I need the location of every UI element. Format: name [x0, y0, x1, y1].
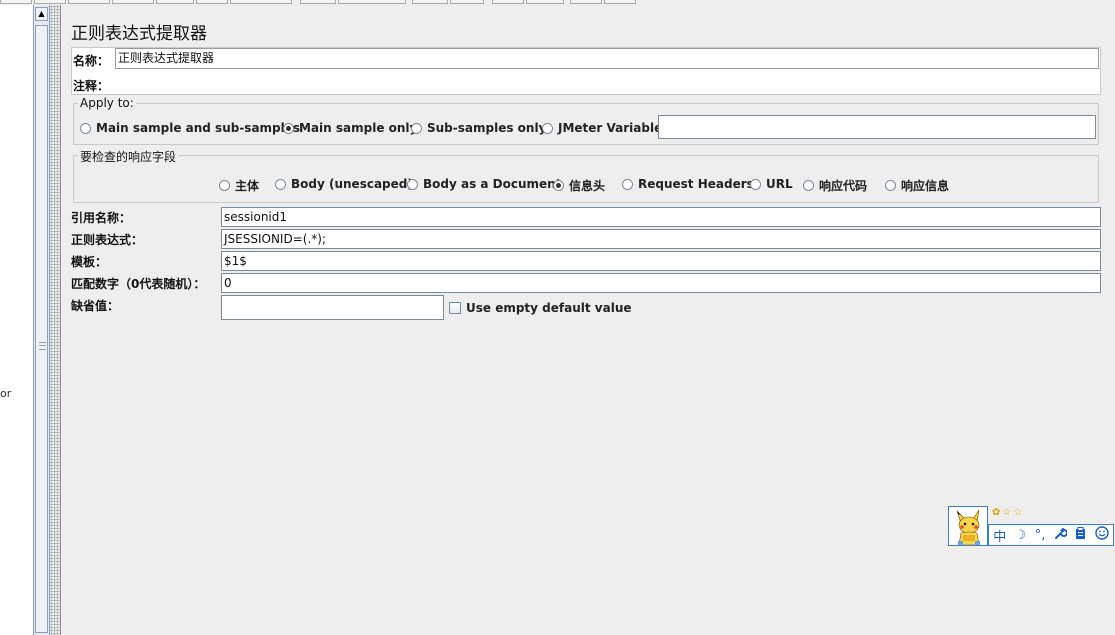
test-plan-tree[interactable]: or [0, 5, 33, 635]
match-number-label: 匹配数字（0代表随机）： [71, 277, 206, 291]
use-empty-default-checkbox[interactable]: Use empty default value [449, 301, 632, 315]
radio-jmeter-variable[interactable]: JMeter Variable [542, 121, 662, 135]
checkbox-label: Use empty default value [466, 301, 632, 315]
regex-field[interactable]: JSESSIONID=(.*); [221, 229, 1101, 249]
radio-button-icon [803, 180, 814, 191]
radio-request-headers[interactable]: Request Headers [622, 177, 754, 191]
radio-label: Body as a Document [423, 177, 562, 191]
radio-button-icon [275, 178, 286, 190]
checkbox-icon [449, 302, 461, 314]
radio-label: Body (unescaped) [291, 177, 413, 191]
radio-button-icon [219, 180, 230, 191]
radio-headers[interactable]: 信息头 [553, 177, 605, 194]
radio-label: 信息头 [569, 179, 606, 193]
pane-splitter[interactable] [50, 5, 61, 635]
reference-name-label: 引用名称： [71, 211, 132, 225]
tree-scrollbar[interactable]: ▲ [33, 5, 50, 635]
default-value-label: 缺省值： [71, 299, 120, 313]
chinese-mode-icon[interactable]: 中 [993, 526, 1006, 545]
wrench-icon[interactable] [1054, 527, 1068, 544]
radio-label: Main sample and sub-samples [96, 121, 301, 135]
match-number-field[interactable]: 0 [221, 273, 1101, 293]
toolbar-button[interactable] [230, 0, 292, 4]
toolbar-button[interactable] [492, 0, 524, 4]
template-field[interactable]: $1$ [221, 251, 1101, 271]
radio-label: Request Headers [638, 177, 754, 191]
ime-buttons: 中 ☽ °, [988, 524, 1114, 546]
radio-button-icon [411, 122, 422, 134]
comment-field[interactable] [115, 73, 1099, 94]
radio-url[interactable]: URL [750, 177, 793, 191]
radio-label: Main sample only [299, 121, 418, 135]
radio-sub-samples-only[interactable]: Sub-samples only [411, 121, 546, 135]
toolbar-button[interactable] [196, 0, 228, 4]
toolbar-button[interactable] [156, 0, 194, 4]
radio-button-icon [885, 180, 896, 191]
radio-button-icon [407, 178, 418, 190]
radio-button-selected-icon [553, 180, 564, 191]
radio-button-selected-icon [283, 122, 294, 134]
pikachu-avatar-icon [949, 507, 987, 545]
radio-label: 响应信息 [901, 179, 950, 193]
clipboard-icon[interactable] [1075, 526, 1086, 544]
field-to-check-legend: 要检查的响应字段 [78, 148, 179, 165]
toolbar-button[interactable] [112, 0, 154, 4]
radio-button-icon [542, 122, 553, 134]
template-label: 模板： [71, 255, 108, 269]
radio-label: Sub-samples only [427, 121, 547, 135]
toolbar-button[interactable] [526, 0, 564, 4]
radio-main-and-sub-samples[interactable]: Main sample and sub-samples [80, 121, 300, 135]
toolbar-button[interactable] [68, 0, 110, 4]
name-label: 名称： [73, 54, 110, 68]
toolbar-button[interactable] [412, 0, 448, 4]
smile-icon[interactable] [1095, 526, 1109, 544]
scrollbar-thumb[interactable] [35, 25, 48, 633]
ime-avatar[interactable] [948, 506, 988, 546]
ime-rating-stars-icon: ✿☆☆ [992, 507, 1025, 518]
regex-label: 正则表达式： [71, 233, 144, 247]
radio-label: JMeter Variable [558, 121, 663, 135]
punctuation-icon[interactable]: °, [1035, 528, 1046, 543]
toolbar-button[interactable] [570, 0, 602, 4]
toolbar-button[interactable] [0, 0, 32, 4]
radio-body-as-document[interactable]: Body as a Document [407, 177, 561, 191]
toolbar-button[interactable] [604, 0, 636, 4]
ime-toolbar[interactable]: ✿☆☆ 中 ☽ °, [948, 506, 1114, 548]
toolbar-button[interactable] [338, 0, 406, 4]
radio-response-code[interactable]: 响应代码 [803, 177, 867, 194]
radio-body-unescaped[interactable]: Body (unescaped) [275, 177, 413, 191]
radio-label: URL [766, 177, 793, 191]
scroll-up-arrow-icon[interactable]: ▲ [35, 7, 48, 21]
radio-response-message[interactable]: 响应信息 [885, 177, 949, 194]
radio-button-icon [750, 178, 761, 190]
toolbar-button[interactable] [450, 0, 484, 4]
radio-label: 主体 [235, 179, 260, 193]
name-field[interactable]: 正则表达式提取器 [115, 48, 1099, 69]
radio-body[interactable]: 主体 [219, 177, 259, 194]
jmeter-variable-field[interactable] [658, 115, 1096, 139]
apply-to-legend: Apply to: [78, 96, 136, 110]
tree-item-label[interactable]: or [0, 387, 11, 400]
reference-name-field[interactable]: sessionid1 [221, 207, 1101, 227]
toolbar-button[interactable] [34, 0, 66, 4]
radio-label: 响应代码 [819, 179, 868, 193]
grip-icon [39, 342, 46, 350]
comment-label: 注释： [73, 79, 110, 93]
radio-main-sample-only[interactable]: Main sample only [283, 121, 417, 135]
radio-button-icon [622, 178, 633, 190]
moon-icon[interactable]: ☽ [1015, 528, 1027, 543]
page-title: 正则表达式提取器 [71, 24, 207, 44]
radio-button-icon [80, 122, 91, 134]
default-value-field[interactable] [221, 295, 444, 320]
toolbar-button[interactable] [300, 0, 336, 4]
